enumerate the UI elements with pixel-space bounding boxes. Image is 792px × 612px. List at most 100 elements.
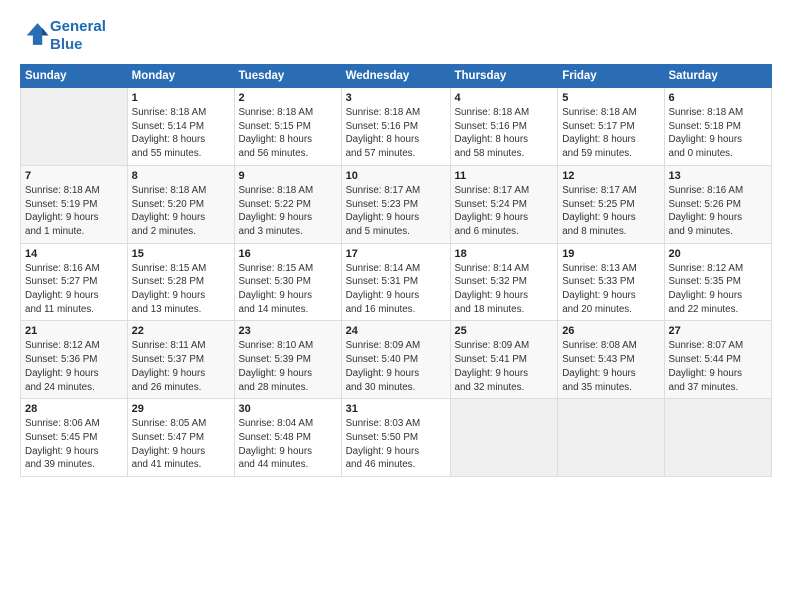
day-info-line: Sunset: 5:47 PM [132,432,204,443]
day-info-line: and 46 minutes. [346,459,416,470]
day-number: 1 [132,92,230,104]
day-info-line: Daylight: 9 hours [132,368,206,379]
day-info-line: Sunrise: 8:18 AM [346,107,421,118]
day-info-line: Sunrise: 8:15 AM [132,263,207,274]
day-info-line: Sunset: 5:43 PM [562,354,634,365]
day-info-line: Daylight: 9 hours [669,212,743,223]
day-info: Sunrise: 8:07 AMSunset: 5:44 PMDaylight:… [669,339,768,394]
day-info-line: and 57 minutes. [346,148,416,159]
day-info-line: and 37 minutes. [669,382,739,393]
day-info-line: and 58 minutes. [455,148,525,159]
calendar-cell: 24 Sunrise: 8:09 AMSunset: 5:40 PMDayligh… [341,321,450,399]
day-info: Sunrise: 8:18 AMSunset: 5:14 PMDaylight:… [132,106,230,161]
day-info: Sunrise: 8:14 AMSunset: 5:32 PMDaylight:… [455,262,554,317]
day-info-line: Sunrise: 8:04 AM [239,418,314,429]
day-info-line: and 24 minutes. [25,382,95,393]
day-info-line: Daylight: 9 hours [132,446,206,457]
day-info-line: Sunset: 5:44 PM [669,354,741,365]
day-info-line: Sunrise: 8:06 AM [25,418,100,429]
day-info-line: Daylight: 9 hours [25,212,99,223]
day-info-line: Daylight: 9 hours [239,212,313,223]
calendar-cell: 29Sunrise: 8:05 AMSunset: 5:47 PMDayligh… [127,399,234,477]
day-info-line: Sunrise: 8:17 AM [562,185,637,196]
day-info-line: and 22 minutes. [669,304,739,315]
day-number: 18 [455,248,554,260]
day-info: Sunrise: 8:11 AMSunset: 5:37 PMDaylight:… [132,339,230,394]
day-info-line: and 3 minutes. [239,226,303,237]
calendar-cell: 16 Sunrise: 8:15 AM Sunset: 5:30 PM Dayligh… [234,243,341,321]
day-info-line: and 14 minutes. [239,304,309,315]
day-info-line: and 59 minutes. [562,148,632,159]
calendar-week-row: 28Sunrise: 8:06 AMSunset: 5:45 PMDayligh… [21,399,772,477]
day-info: Sunrise: 8:18 AMSunset: 5:22 PMDaylight:… [239,184,337,239]
day-info-line: Sunset: 5:18 PM [669,121,741,132]
day-info: Sunrise: 8:03 AMSunset: 5:50 PMDaylight:… [346,417,446,472]
day-info-line: and 8 minutes. [562,226,626,237]
day-info-line: Sunrise: 8:09 AM [346,340,421,351]
day-number: 5 [562,92,659,104]
day-number: 6 [669,92,768,104]
calendar-cell: 26Sunrise: 8:08 AMSunset: 5:43 PMDayligh… [558,321,664,399]
day-info: Sunrise: 8:18 AMSunset: 5:17 PMDaylight:… [562,106,659,161]
day-info-line: Daylight: 8 hours [132,134,206,145]
calendar-cell: 21Sunrise: 8:12 AMSunset: 5:36 PMDayligh… [21,321,128,399]
day-number: 15 [132,248,230,260]
day-number: 10 [346,170,446,182]
day-info: Sunrise: 8:15 AMSunset: 5:28 PMDaylight:… [132,262,230,317]
day-info-line: Sunset: 5:20 PM [132,199,204,210]
day-number: 2 [239,92,337,104]
day-number: 25 [455,325,554,337]
day-number: 16 [239,248,337,260]
calendar-cell: 7Sunrise: 8:18 AMSunset: 5:19 PMDaylight… [21,165,128,243]
header: General Blue [20,18,772,54]
day-info-line: Sunset: 5:26 PM [669,199,741,210]
calendar-cell: 2Sunrise: 8:18 AMSunset: 5:15 PMDaylight… [234,88,341,166]
day-info-line: and 26 minutes. [132,382,202,393]
day-info-line: Daylight: 9 hours [455,368,529,379]
day-number: 11 [455,170,554,182]
day-info-line: and 6 minutes. [455,226,519,237]
col-saturday: Saturday [664,65,772,88]
day-info: Sunrise: 8:16 AMSunset: 5:26 PMDaylight:… [669,184,768,239]
day-info-line: Sunrise: 8:15 AM [239,263,314,274]
calendar-cell: 27Sunrise: 8:07 AMSunset: 5:44 PMDayligh… [664,321,772,399]
day-number: 13 [669,170,768,182]
calendar-table: Sunday Monday Tuesday Wednesday Thursday… [20,64,772,477]
day-info-line: Sunrise: 8:08 AM [562,340,637,351]
day-info-line: Sunset: 5:30 PM [239,276,311,287]
day-number: 14 [25,248,123,260]
day-info-line: Sunset: 5:45 PM [25,432,97,443]
calendar-week-row: 14Sunrise: 8:16 AMSunset: 5:27 PMDayligh… [21,243,772,321]
calendar-cell: 30Sunrise: 8:04 AMSunset: 5:48 PMDayligh… [234,399,341,477]
calendar-cell: 4Sunrise: 8:18 AMSunset: 5:16 PMDaylight… [450,88,558,166]
day-info-line: and 55 minutes. [132,148,202,159]
day-info-line: Daylight: 9 hours [455,290,529,301]
day-number: 21 [25,325,123,337]
day-info-line: and 9 minutes. [669,226,733,237]
day-info-line: Sunset: 5:17 PM [562,121,634,132]
day-info-line: Sunrise: 8:18 AM [562,107,637,118]
day-info-line: Sunset: 5:15 PM [239,121,311,132]
day-info-line: Sunrise: 8:10 AM [239,340,314,351]
day-number: 20 [669,248,768,260]
day-info-line: Sunset: 5:24 PM [455,199,527,210]
day-info-line: Sunrise: 8:17 AM [455,185,530,196]
day-info-line: Sunrise: 8:12 AM [25,340,100,351]
calendar-cell: 3Sunrise: 8:18 AMSunset: 5:16 PMDaylight… [341,88,450,166]
day-number: 31 [346,403,446,415]
day-info: Sunrise: 8:17 AMSunset: 5:24 PMDaylight:… [455,184,554,239]
day-info-line: Sunset: 5:48 PM [239,432,311,443]
day-info-line: Daylight: 9 hours [239,290,313,301]
day-info: Sunrise: 8:09 AMSunset: 5:40 PMDaylight:… [346,339,446,394]
calendar-cell: 8Sunrise: 8:18 AMSunset: 5:20 PMDaylight… [127,165,234,243]
day-info-line: Sunrise: 8:07 AM [669,340,744,351]
day-info-line: Sunset: 5:37 PM [132,354,204,365]
day-info-line: and 20 minutes. [562,304,632,315]
day-info-line: Daylight: 9 hours [669,134,743,145]
day-info: Sunrise: 8:17 AMSunset: 5:23 PMDaylight:… [346,184,446,239]
day-info: Sunrise: 8:18 AMSunset: 5:18 PMDaylight:… [669,106,768,161]
day-info: Sunrise: 8:13 AMSunset: 5:33 PMDaylight:… [562,262,659,317]
col-thursday: Thursday [450,65,558,88]
day-number: 24 [346,325,446,337]
day-info: Sunrise: 8:17 AMSunset: 5:25 PMDaylight:… [562,184,659,239]
